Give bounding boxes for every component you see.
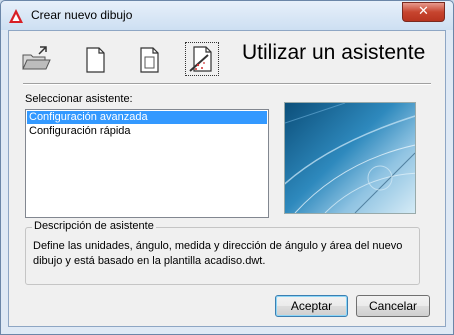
dialog-window: Crear nuevo dibujo ✕ Utilizar un asisten… <box>0 0 454 335</box>
use-wizard-button[interactable] <box>185 42 219 76</box>
template-document-icon <box>140 47 159 73</box>
description-title: Descripción de asistente <box>32 220 156 232</box>
page-heading: Utilizar un asistente <box>242 41 426 64</box>
description-text: Define las unidades, ángulo, medida y di… <box>33 240 403 267</box>
open-drawing-button[interactable] <box>19 43 53 77</box>
use-template-button[interactable] <box>132 43 166 77</box>
title-bar[interactable]: Crear nuevo dibujo ✕ <box>1 1 453 30</box>
divider <box>23 83 431 85</box>
list-item-configuracion-rapida[interactable]: Configuración rápida <box>27 125 267 138</box>
wizard-preview-image <box>284 102 416 214</box>
wizard-listbox[interactable]: Configuración avanzada Configuración ráp… <box>25 109 269 218</box>
close-icon: ✕ <box>418 4 429 19</box>
description-groupbox: Descripción de asistente Define las unid… <box>25 220 420 285</box>
blueprint-image <box>285 103 415 213</box>
accept-button[interactable]: Aceptar <box>275 295 348 317</box>
close-button[interactable]: ✕ <box>402 2 445 22</box>
blank-document-icon <box>86 47 105 73</box>
wizard-document-icon <box>189 46 212 72</box>
wizard-list-label: Seleccionar asistente: <box>25 93 133 105</box>
cancel-button[interactable]: Cancelar <box>356 295 430 317</box>
window-title: Crear nuevo dibujo <box>31 8 133 22</box>
dialog-content: Utilizar un asistente Seleccionar asiste… <box>8 30 446 327</box>
start-from-scratch-button[interactable] <box>78 43 112 77</box>
open-folder-icon <box>22 46 51 70</box>
list-item-configuracion-avanzada[interactable]: Configuración avanzada <box>27 111 267 124</box>
autocad-app-icon <box>9 9 23 23</box>
